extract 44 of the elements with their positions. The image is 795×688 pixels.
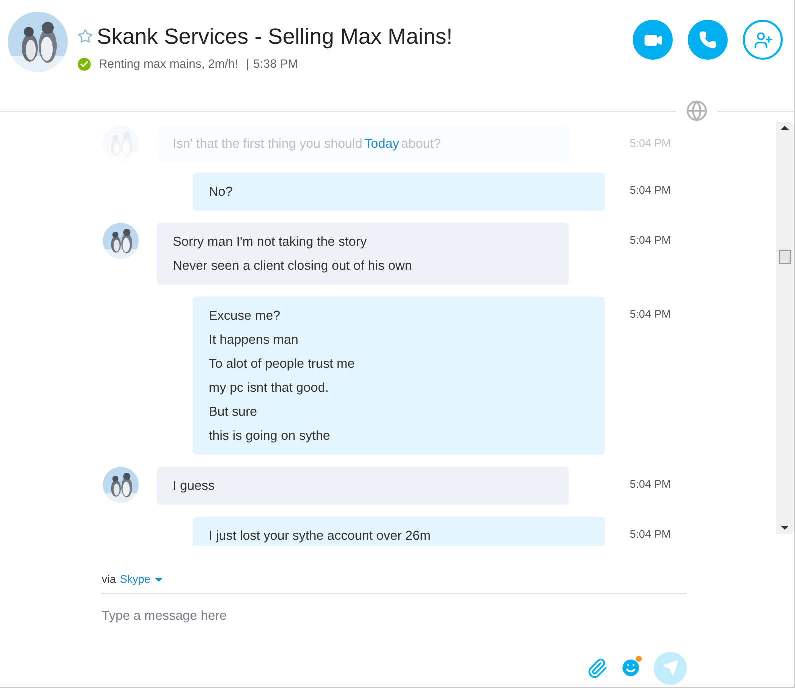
message-text: To alot of people trust me: [209, 355, 356, 373]
phone-icon: [699, 31, 717, 49]
favorite-star-icon[interactable]: [78, 29, 93, 44]
message-text: my pc isnt that good.: [209, 379, 330, 397]
globe-icon[interactable]: [686, 100, 708, 122]
message-time: 5:04 PM: [630, 528, 671, 543]
mood-message: Renting max mains, 2m/h!: [99, 56, 238, 73]
add-people-button[interactable]: [743, 20, 783, 60]
faded-message-text: about?: [401, 135, 442, 154]
message-text: I just lost your sythe account over 26m: [209, 527, 432, 545]
message-text: Never seen a client closing out of his own: [173, 257, 414, 275]
message-text: I guess: [173, 477, 216, 495]
message-time: 5:04 PM: [630, 234, 671, 249]
send-icon: [662, 660, 678, 676]
add-person-icon: [754, 30, 772, 50]
message-text: this is going on sythe: [209, 427, 332, 445]
video-call-button[interactable]: [633, 20, 673, 60]
caret-icon: [154, 578, 163, 582]
contact-name: Skank Services - Selling Max Mains!: [97, 23, 453, 51]
emoticon-icon[interactable]: [620, 657, 642, 679]
message-text: It happens man: [209, 331, 300, 349]
message-time: 5:04 PM: [630, 136, 671, 152]
separator: |: [246, 56, 250, 73]
scrollbar-thumb[interactable]: [778, 250, 790, 264]
send-button[interactable]: [654, 652, 687, 684]
faded-message-text: Isn' that the first thing you should: [173, 135, 363, 154]
service-dropdown[interactable]: Skype: [120, 572, 163, 588]
online-status-icon: [78, 58, 91, 70]
attach-icon[interactable]: [587, 658, 608, 678]
message-text: Excuse me?: [209, 307, 282, 325]
message-time: 5:04 PM: [630, 478, 671, 493]
scrollbar[interactable]: [776, 122, 793, 534]
call-button[interactable]: [688, 20, 728, 60]
scroll-up-arrow-icon[interactable]: [780, 126, 788, 130]
message-time: 5:04 PM: [630, 308, 671, 323]
via-label: via: [102, 573, 116, 588]
message-text: But sure: [209, 403, 258, 421]
message-input[interactable]: Type a message here: [102, 606, 687, 625]
local-time: 5:38 PM: [254, 56, 298, 73]
date-divider: Today: [364, 135, 400, 154]
message-time: 5:04 PM: [630, 184, 671, 199]
scroll-down-arrow-icon[interactable]: [780, 526, 788, 530]
message-text: No?: [209, 183, 234, 201]
message-text: Sorry man I'm not taking the story: [173, 233, 368, 251]
